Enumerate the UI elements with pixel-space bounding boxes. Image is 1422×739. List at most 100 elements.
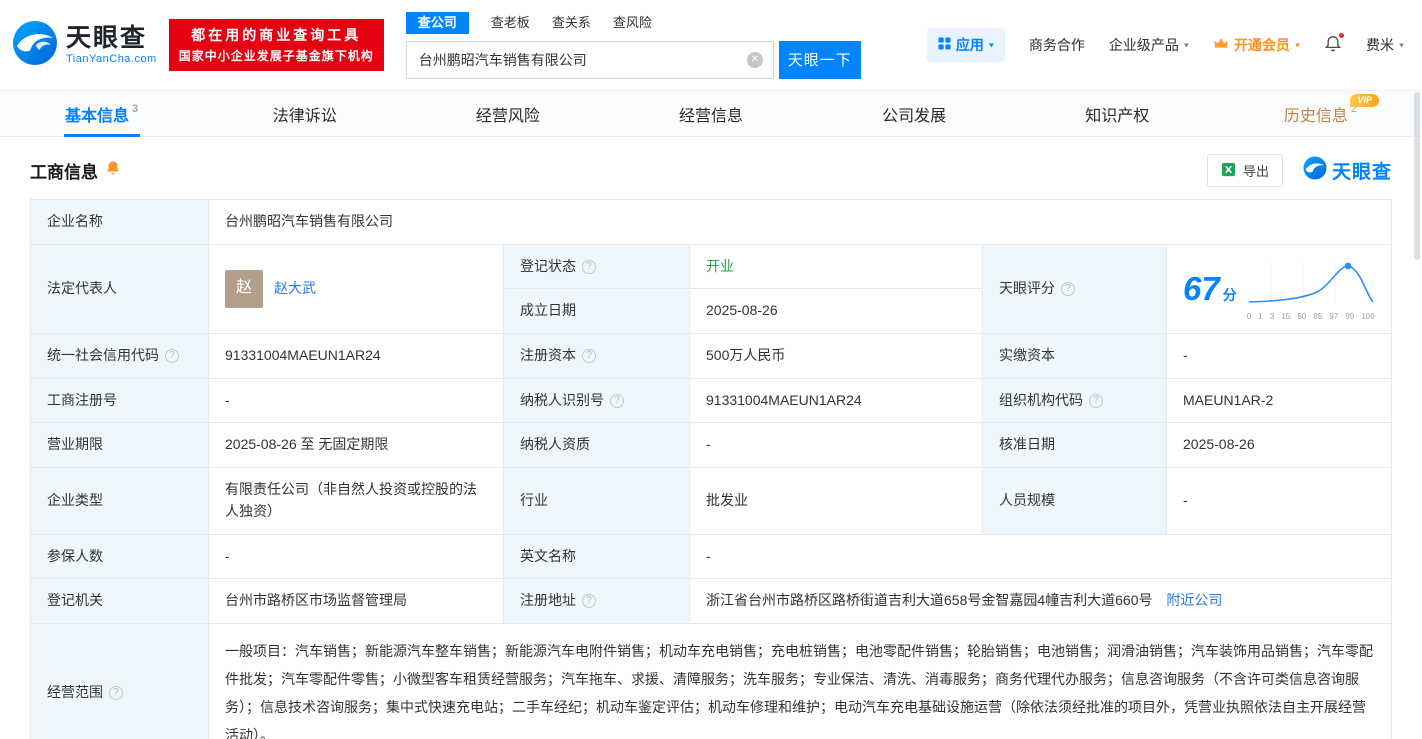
legal-rep-link[interactable]: 赵大武 xyxy=(274,278,316,300)
search-button[interactable]: 天眼一下 xyxy=(778,40,861,79)
clear-search-icon[interactable] xyxy=(746,51,763,68)
taxpayer-id-value: 91331004MAEUN1AR24 xyxy=(689,377,983,424)
row-business-term: 营业期限 2025-08-26 至 无固定期限 纳税人资质 - 核准日期 202… xyxy=(30,422,1392,469)
industry-value: 批发业 xyxy=(689,467,983,535)
org-code-label-cell: 组织机构代码 xyxy=(982,377,1167,424)
tick: 1 xyxy=(1258,311,1263,321)
help-icon[interactable] xyxy=(610,393,624,408)
tianyancha-logo[interactable]: 天眼查 TianYanCha.com xyxy=(12,20,157,71)
search-area: 查公司 查老板 查关系 查风险 天眼一下 xyxy=(405,11,861,79)
user-menu[interactable]: 费米 ▾ xyxy=(1366,35,1404,55)
logo-brand: 天眼查 xyxy=(66,24,148,53)
company-type-label: 企业类型 xyxy=(30,467,209,535)
help-icon[interactable] xyxy=(582,259,596,274)
apps-label: 应用 xyxy=(955,37,984,53)
company-name-label: 企业名称 xyxy=(30,199,209,245)
chevron-down-icon: ▾ xyxy=(1398,40,1404,50)
excel-icon xyxy=(1221,162,1236,180)
search-tab-risk[interactable]: 查风险 xyxy=(613,13,652,33)
industry-label: 行业 xyxy=(503,467,690,535)
reg-capital-label: 注册资本 xyxy=(520,347,576,364)
notifications-bell[interactable] xyxy=(1324,31,1345,56)
company-detail-tabs: 基本信息 3 法律诉讼 经营风险 经营信息 公司发展 知识产权 历史信息 2 VIP xyxy=(0,90,1422,137)
reg-status-label-cell: 登记状态 xyxy=(503,243,690,290)
tab-history-info[interactable]: 历史信息 2 VIP xyxy=(1219,91,1422,136)
tick: 15 xyxy=(1281,311,1291,321)
tab-operating-risk[interactable]: 经营风险 xyxy=(406,91,609,136)
reg-number-value: - xyxy=(208,377,504,424)
brand-watermark: 天眼查 xyxy=(1303,156,1392,185)
tab-basic-info[interactable]: 基本信息 3 xyxy=(0,91,203,136)
chevron-down-icon: ▾ xyxy=(1183,40,1189,50)
registered-address-label-cell: 注册地址 xyxy=(503,578,690,624)
tab-legal-litigation-label: 法律诉讼 xyxy=(272,107,337,125)
english-name-value: - xyxy=(689,533,1392,580)
crown-icon xyxy=(1213,37,1229,53)
help-icon[interactable] xyxy=(582,594,596,609)
open-vip-menu[interactable]: 开通会员 ▾ xyxy=(1213,35,1300,55)
business-cooperation-menu[interactable]: 商务合作 xyxy=(1029,35,1085,55)
nearby-companies-link[interactable]: 附近公司 xyxy=(1166,592,1222,608)
score-number: 67 xyxy=(1183,270,1220,308)
tab-legal-litigation[interactable]: 法律诉讼 xyxy=(203,91,406,136)
insured-count-value: - xyxy=(208,533,504,580)
reg-status-value: 开业 xyxy=(706,257,734,274)
help-icon[interactable] xyxy=(1089,393,1103,408)
tab-basic-info-count: 3 xyxy=(132,102,139,115)
tick: 85 xyxy=(1313,311,1323,321)
row-legal-rep: 法定代表人 赵 赵大武 登记状态 开业 天眼评分 67分 xyxy=(30,243,1392,335)
row-company-name: 企业名称 台州鹏昭汽车销售有限公司 xyxy=(30,199,1392,245)
reg-capital-label-cell: 注册资本 xyxy=(503,333,690,379)
founded-value: 2025-08-26 xyxy=(689,288,983,335)
business-scope-label-cell: 经营范围 xyxy=(30,622,209,739)
search-tab-relation[interactable]: 查关系 xyxy=(552,13,591,33)
score-distribution-chart: 0 1 3 15 50 85 97 99 100 xyxy=(1247,257,1375,321)
legal-rep-avatar[interactable]: 赵 xyxy=(225,269,263,308)
tab-operating-info[interactable]: 经营信息 xyxy=(609,91,812,136)
search-input[interactable] xyxy=(405,40,774,79)
help-icon[interactable] xyxy=(1061,281,1075,296)
search-row: 天眼一下 xyxy=(405,40,861,79)
apps-grid-icon xyxy=(938,37,951,53)
scrollbar[interactable] xyxy=(1414,92,1420,260)
reg-status-label: 登记状态 xyxy=(520,257,576,274)
chevron-down-icon: ▾ xyxy=(988,40,994,50)
cooperation-label: 商务合作 xyxy=(1028,37,1085,53)
tab-intellectual-property[interactable]: 知识产权 xyxy=(1016,91,1219,136)
taxpayer-id-label-cell: 纳税人识别号 xyxy=(503,377,690,424)
insured-count-label: 参保人数 xyxy=(30,533,209,580)
logo-domain: TianYanCha.com xyxy=(66,52,157,65)
registration-authority-value: 台州市路桥区市场监督管理局 xyxy=(208,578,504,624)
tab-operating-risk-label: 经营风险 xyxy=(475,107,540,125)
score-label-cell: 天眼评分 xyxy=(982,243,1167,335)
username-label: 费米 xyxy=(1365,37,1394,53)
monitor-bell-icon[interactable] xyxy=(105,160,121,181)
reg-status-value-cell: 开业 xyxy=(689,243,983,290)
help-icon[interactable] xyxy=(582,348,596,363)
slogan-line2: 国家中小企业发展子基金旗下机构 xyxy=(178,49,374,63)
tick: 50 xyxy=(1297,311,1307,321)
help-icon[interactable] xyxy=(165,348,179,363)
taxpayer-qualification-label: 纳税人资质 xyxy=(503,422,690,469)
score-chart-ticks: 0 1 3 15 50 85 97 99 100 xyxy=(1247,311,1375,321)
enterprise-products-menu[interactable]: 企业级产品 ▾ xyxy=(1109,35,1189,55)
tab-operating-info-label: 经营信息 xyxy=(678,107,743,125)
search-tab-company[interactable]: 查公司 xyxy=(405,11,469,34)
business-term-value: 2025-08-26 至 无固定期限 xyxy=(208,422,504,469)
apps-menu[interactable]: 应用 ▾ xyxy=(926,28,1005,62)
tab-company-development[interactable]: 公司发展 xyxy=(813,91,1016,136)
english-name-label: 英文名称 xyxy=(503,533,690,580)
help-icon[interactable] xyxy=(109,685,123,700)
export-button[interactable]: 导出 xyxy=(1206,154,1283,187)
paid-capital-value: - xyxy=(1166,333,1392,379)
tab-company-development-label: 公司发展 xyxy=(882,107,947,125)
tab-history-info-label: 历史信息 xyxy=(1283,107,1348,125)
search-tabs: 查公司 查老板 查关系 查风险 xyxy=(405,11,861,34)
row-insured-count: 参保人数 - 英文名称 - xyxy=(30,533,1392,580)
notification-dot xyxy=(1337,31,1345,39)
org-code-label: 组织机构代码 xyxy=(999,391,1083,408)
taxpayer-qualification-value: - xyxy=(689,422,983,469)
business-info-table: 企业名称 台州鹏昭汽车销售有限公司 法定代表人 赵 赵大武 登记状态 开业 天眼… xyxy=(30,199,1392,739)
business-scope-value: 一般项目：汽车销售；新能源汽车整车销售；新能源汽车电附件销售；机动车充电销售；充… xyxy=(208,622,1392,739)
search-tab-boss[interactable]: 查老板 xyxy=(491,13,530,33)
